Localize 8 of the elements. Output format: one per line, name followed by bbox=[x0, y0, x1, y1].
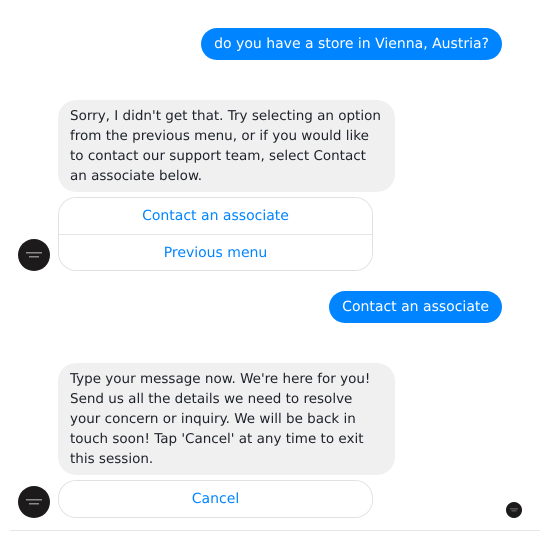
bot-message: Sorry, I didn't get that. Try selecting an option from the previous menu, or if you would like to contact our support team, select Contact an associate below. bbox=[58, 100, 395, 192]
user-message: Contact an associate bbox=[329, 291, 502, 323]
quick-reply-button[interactable]: Cancel bbox=[59, 481, 372, 517]
quick-reply-button[interactable]: Previous menu bbox=[59, 234, 372, 270]
avatar-icon bbox=[18, 486, 50, 518]
bot-message: Type your message now. We're here for you! Send us all the details we need to resolve your concern or inquiry. We will be back in touch soon! Tap 'Cancel' at any time to exit this session. bbox=[58, 363, 395, 475]
avatar-icon bbox=[18, 239, 50, 271]
user-message: do you have a store in Vienna, Austria? bbox=[201, 28, 502, 60]
